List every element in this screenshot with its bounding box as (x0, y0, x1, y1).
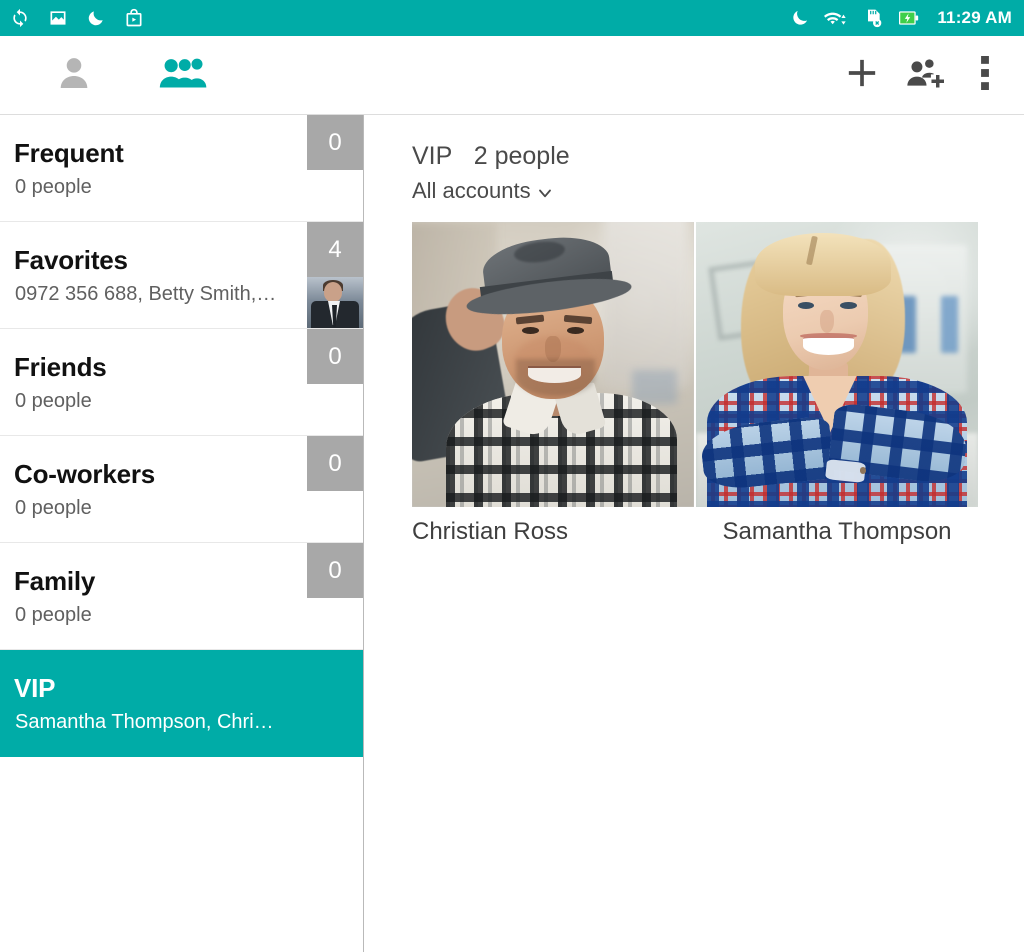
account-filter-label: All accounts (412, 178, 531, 203)
chevron-down-icon (535, 183, 555, 203)
app-store-bag-icon (124, 8, 144, 28)
toolbar-actions (830, 36, 1024, 115)
group-contact-thumbnail (307, 277, 363, 328)
status-bar: 11:29 AM (0, 0, 1024, 36)
contacts-tab[interactable] (36, 36, 112, 115)
contact-card-samantha-thompson[interactable]: Samantha Thompson (696, 222, 978, 546)
plus-icon (845, 56, 879, 95)
group-row-co-workers[interactable]: Co-workers 0 people 0 (0, 436, 363, 543)
group-detail-count: 2 people (473, 142, 570, 170)
group-count-badge: 4 (307, 222, 363, 277)
group-row-friends[interactable]: Friends 0 people 0 (0, 329, 363, 436)
contacts-app-screen: 11:29 AM Frequent 0 people 0 Favorites 0… (0, 0, 1024, 952)
group-list-sidebar: Frequent 0 people 0 Favorites 0972 356 6… (0, 115, 364, 952)
contact-photo[interactable] (412, 222, 694, 507)
group-subtitle: 0972 356 688, Betty Smith,… (15, 283, 277, 305)
wifi-icon (823, 8, 849, 28)
status-bar-left-icons (10, 8, 144, 28)
group-row-vip[interactable]: VIP Samantha Thompson, Chri… (0, 650, 363, 757)
group-count-badge: 0 (307, 543, 363, 598)
sd-card-removed-icon (862, 8, 884, 28)
group-subtitle: 0 people (15, 390, 92, 412)
group-detail-name: VIP (412, 142, 452, 170)
man-with-hat-plaid-shirt-photo (412, 222, 694, 507)
group-row-family[interactable]: Family 0 people 0 (0, 543, 363, 650)
group-title: Friends (14, 352, 107, 382)
group-subtitle: 0 people (15, 497, 92, 519)
person-add-icon (906, 57, 946, 94)
group-title: Frequent (14, 138, 124, 168)
group-members-grid: Christian Ross Samantha Thompson (412, 222, 978, 546)
blonde-woman-blue-plaid-shirt-photo (696, 222, 978, 507)
add-button[interactable] (830, 36, 894, 115)
group-row-frequent[interactable]: Frequent 0 people 0 (0, 115, 363, 222)
status-bar-right-icons: 11:29 AM (790, 8, 1012, 28)
content-area: Frequent 0 people 0 Favorites 0972 356 6… (0, 115, 1024, 952)
person-icon (55, 53, 93, 98)
account-filter-dropdown[interactable]: All accounts (412, 178, 555, 204)
group-title: Favorites (14, 245, 128, 275)
groups-tab[interactable] (146, 36, 222, 115)
app-toolbar (0, 36, 1024, 115)
contact-name: Samantha Thompson (722, 518, 952, 545)
sidebar-empty-space (0, 761, 363, 952)
contact-card-christian-ross[interactable]: Christian Ross (412, 222, 694, 546)
group-subtitle: 0 people (15, 604, 92, 626)
moon-icon (790, 8, 810, 28)
overflow-menu-button[interactable] (960, 36, 1010, 115)
add-group-button[interactable] (894, 36, 958, 115)
group-count-badge: 0 (307, 329, 363, 384)
group-title: Family (14, 566, 96, 596)
group-count-badge: 0 (307, 436, 363, 491)
group-subtitle: Samantha Thompson, Chri… (15, 711, 274, 733)
contact-name: Christian Ross (412, 518, 569, 545)
status-bar-clock: 11:29 AM (937, 8, 1012, 27)
group-row-favorites[interactable]: Favorites 0972 356 688, Betty Smith,… 4 (0, 222, 363, 329)
group-title: VIP (14, 673, 56, 703)
sync-icon (10, 8, 30, 28)
photo-icon (48, 8, 68, 28)
suit-man-photo (307, 277, 363, 328)
do-not-disturb-moon-icon (86, 8, 106, 28)
battery-charging-icon (897, 8, 921, 28)
group-title: Co-workers (14, 459, 156, 489)
group-detail-header: VIP 2 people (412, 142, 570, 171)
group-detail-pane: VIP 2 people All accounts Christian Ross… (365, 115, 1024, 952)
contact-photo[interactable] (696, 222, 978, 507)
group-count-badge: 0 (307, 115, 363, 170)
group-subtitle: 0 people (15, 176, 92, 198)
more-vertical-icon (981, 56, 989, 95)
group-icon (158, 54, 210, 97)
